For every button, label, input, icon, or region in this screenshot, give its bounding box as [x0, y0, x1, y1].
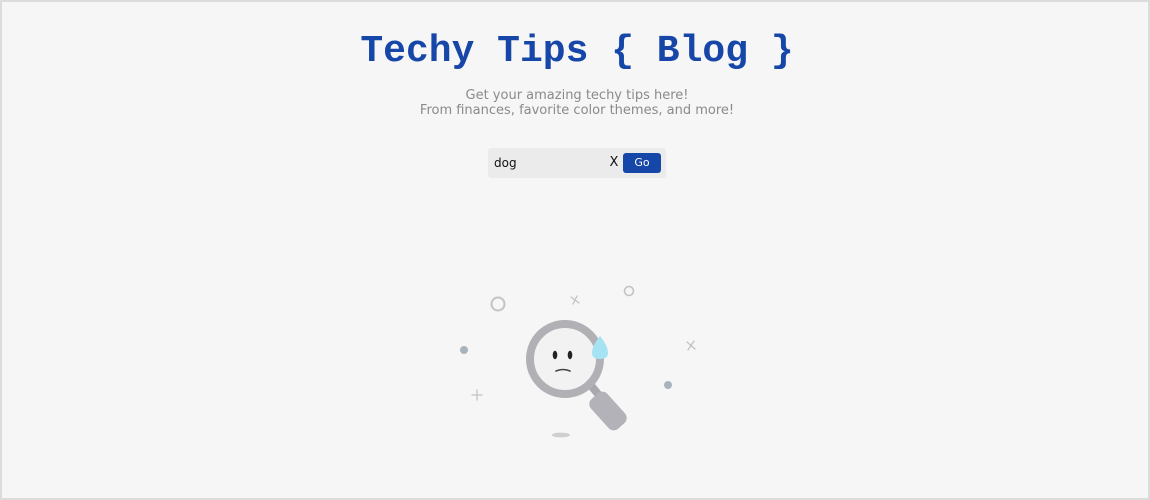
decor-sparkle-icon — [471, 389, 483, 401]
search-input[interactable] — [494, 154, 598, 172]
page: Techy Tips { Blog } Get your amazing tec… — [0, 0, 1150, 500]
decor-sparkle-icon — [686, 340, 696, 351]
subtitle-line-1: Get your amazing techy tips here! — [465, 88, 689, 103]
decor-sparkle-icon — [570, 295, 580, 305]
go-button[interactable]: Go — [623, 153, 661, 173]
page-subtitle: Get your amazing techy tips here! From f… — [2, 88, 1150, 118]
magnifier-handle-icon — [584, 378, 627, 431]
decor-ring-icon — [490, 296, 506, 312]
search-bar: X Go — [488, 148, 666, 178]
clear-search-button[interactable]: X — [607, 154, 621, 172]
decor-ring-icon — [623, 285, 635, 297]
shadow-icon — [552, 432, 570, 438]
no-results-illustration — [460, 285, 696, 438]
page-title: Techy Tips { Blog } — [360, 30, 794, 73]
subtitle-line-2: From finances, favorite color themes, an… — [419, 103, 735, 118]
decor-dot-icon — [460, 346, 468, 354]
decor-dot-icon — [664, 381, 672, 389]
magnifier-lens-icon — [526, 320, 604, 398]
